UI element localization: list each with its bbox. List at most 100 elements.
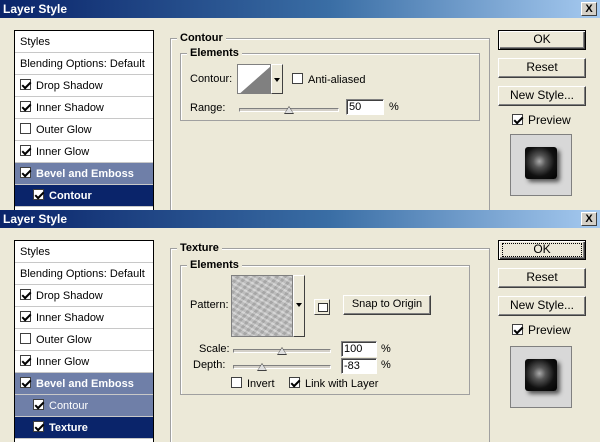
depth-slider-track[interactable] bbox=[233, 365, 331, 369]
link-row: Link with Layer bbox=[289, 377, 378, 390]
sidebar-item-contour[interactable]: Contour bbox=[15, 185, 153, 207]
sidebar-item-bevel-and-emboss[interactable]: Bevel and Emboss bbox=[15, 163, 153, 185]
invert-checkbox[interactable] bbox=[231, 377, 242, 388]
sidebar-item-label: Inner Shadow bbox=[36, 102, 104, 114]
panel-title: Contour bbox=[177, 32, 226, 44]
sidebar-item-bevel-and-emboss[interactable]: Bevel and Emboss bbox=[15, 373, 153, 395]
scale-input[interactable]: 100 bbox=[341, 341, 377, 357]
sidebar-item-label: Inner Glow bbox=[36, 356, 90, 368]
title-bar: Layer Style X bbox=[0, 210, 600, 228]
pattern-label: Pattern: bbox=[190, 299, 229, 311]
sidebar-item-blending-options-default[interactable]: Blending Options: Default bbox=[15, 53, 153, 75]
title-bar: Layer Style X bbox=[0, 0, 600, 18]
sidebar-item-drop-shadow[interactable]: Drop Shadow bbox=[15, 285, 153, 307]
close-button[interactable]: X bbox=[581, 212, 597, 226]
sidebar-checkbox[interactable] bbox=[33, 421, 44, 432]
preview-row: Preview bbox=[512, 113, 571, 127]
preview-row: Preview bbox=[512, 323, 571, 337]
scale-unit: % bbox=[381, 343, 391, 355]
preview-label: Preview bbox=[528, 113, 571, 127]
styles-list: Styles Blending Options: Default Drop Shad… bbox=[14, 240, 154, 442]
range-input[interactable]: 50 bbox=[346, 99, 384, 115]
sidebar-checkbox[interactable] bbox=[33, 189, 44, 200]
elements-title: Elements bbox=[187, 259, 242, 271]
preview-checkbox[interactable] bbox=[512, 324, 523, 335]
sidebar-checkbox[interactable] bbox=[20, 355, 31, 366]
sidebar-checkbox[interactable] bbox=[20, 333, 31, 344]
sidebar-item-inner-shadow[interactable]: Inner Shadow bbox=[15, 307, 153, 329]
sidebar-checkbox[interactable] bbox=[20, 311, 31, 322]
contour-dropdown-button[interactable] bbox=[271, 64, 283, 94]
reset-button[interactable]: Reset bbox=[498, 58, 586, 78]
elements-group: Elements Contour: Anti-aliased Range: 50… bbox=[180, 47, 480, 121]
close-button[interactable]: X bbox=[581, 2, 597, 16]
sidebar-item-blending-options-default[interactable]: Blending Options: Default bbox=[15, 263, 153, 285]
sidebar-item-label: Texture bbox=[49, 422, 88, 434]
ok-button[interactable]: OK bbox=[498, 240, 586, 260]
ok-button[interactable]: OK bbox=[498, 30, 586, 50]
sidebar-item-label: Blending Options: Default bbox=[20, 58, 145, 70]
sidebar-item-label: Styles bbox=[20, 246, 50, 258]
sidebar-item-texture[interactable]: Texture bbox=[15, 417, 153, 439]
anti-aliased-label: Anti-aliased bbox=[308, 74, 366, 86]
new-style-label: New Style... bbox=[509, 298, 575, 312]
sidebar-item-inner-shadow[interactable]: Inner Shadow bbox=[15, 97, 153, 119]
sidebar-item-label: Drop Shadow bbox=[36, 80, 103, 92]
window-title: Layer Style bbox=[3, 212, 68, 226]
sidebar-checkbox[interactable] bbox=[20, 145, 31, 156]
sidebar-item-drop-shadow[interactable]: Drop Shadow bbox=[15, 75, 153, 97]
sidebar-checkbox[interactable] bbox=[20, 377, 31, 388]
sidebar-item-styles[interactable]: Styles bbox=[15, 31, 153, 53]
snap-to-origin-button[interactable]: Snap to Origin bbox=[343, 295, 431, 315]
preview-checkbox[interactable] bbox=[512, 114, 523, 125]
contour-panel: Contour Elements Contour: Anti-aliased R… bbox=[170, 32, 490, 210]
sidebar-item-outer-glow[interactable]: Outer Glow bbox=[15, 119, 153, 141]
styles-list: Styles Blending Options: Default Drop Shad… bbox=[14, 30, 154, 210]
sidebar-item-label: Drop Shadow bbox=[36, 290, 103, 302]
anti-aliased-checkbox[interactable] bbox=[292, 73, 303, 84]
new-preset-icon[interactable] bbox=[314, 299, 330, 315]
sidebar-item-outer-glow[interactable]: Outer Glow bbox=[15, 329, 153, 351]
link-with-layer-label: Link with Layer bbox=[305, 378, 379, 390]
pattern-dropdown-button[interactable] bbox=[293, 275, 305, 337]
sidebar-item-label: Blending Options: Default bbox=[20, 268, 145, 280]
new-style-button[interactable]: New Style... bbox=[498, 86, 586, 106]
pattern-swatch[interactable] bbox=[231, 275, 293, 337]
sidebar-item-label: Contour bbox=[49, 190, 92, 202]
sidebar-checkbox[interactable] bbox=[20, 101, 31, 112]
link-with-layer-checkbox[interactable] bbox=[289, 377, 300, 388]
range-unit: % bbox=[389, 101, 399, 113]
reset-button[interactable]: Reset bbox=[498, 268, 586, 288]
contour-swatch[interactable] bbox=[237, 64, 271, 94]
range-label: Range: bbox=[190, 102, 226, 114]
scale-slider-thumb[interactable] bbox=[277, 347, 287, 355]
sidebar-item-inner-glow[interactable]: Inner Glow bbox=[15, 141, 153, 163]
sidebar-checkbox[interactable] bbox=[20, 289, 31, 300]
sidebar-item-label: Inner Shadow bbox=[36, 312, 104, 324]
contour-curve-icon bbox=[238, 65, 270, 93]
invert-row: Invert bbox=[231, 377, 275, 390]
layer-style-dialog-contour: Layer Style X Styles Blending Options: De… bbox=[0, 0, 600, 210]
sidebar-item-inner-glow[interactable]: Inner Glow bbox=[15, 351, 153, 373]
scale-label: Scale: bbox=[199, 343, 230, 355]
new-style-button[interactable]: New Style... bbox=[498, 296, 586, 316]
contour-label: Contour: bbox=[190, 73, 233, 85]
depth-input[interactable]: -83 bbox=[341, 358, 377, 374]
sidebar-checkbox[interactable] bbox=[20, 123, 31, 134]
elements-group: Elements Pattern: Snap to Origin Scale: … bbox=[180, 259, 470, 395]
window-title: Layer Style bbox=[3, 2, 68, 16]
sidebar-item-label: Inner Glow bbox=[36, 146, 90, 158]
sidebar-item-styles[interactable]: Styles bbox=[15, 241, 153, 263]
panel-title: Texture bbox=[177, 242, 222, 254]
range-slider-thumb[interactable] bbox=[284, 106, 294, 114]
layer-style-dialog-texture: Layer Style X Styles Blending Options: De… bbox=[0, 210, 600, 442]
texture-panel: Texture Elements Pattern: Snap to Origin… bbox=[170, 242, 490, 442]
sidebar-item-label: Outer Glow bbox=[36, 124, 92, 136]
sidebar-item-label: Bevel and Emboss bbox=[36, 378, 134, 390]
depth-slider-thumb[interactable] bbox=[257, 363, 268, 371]
sidebar-checkbox[interactable] bbox=[20, 79, 31, 90]
sidebar-checkbox[interactable] bbox=[33, 399, 44, 410]
elements-title: Elements bbox=[187, 47, 242, 59]
sidebar-checkbox[interactable] bbox=[20, 167, 31, 178]
sidebar-item-contour[interactable]: Contour bbox=[15, 395, 153, 417]
